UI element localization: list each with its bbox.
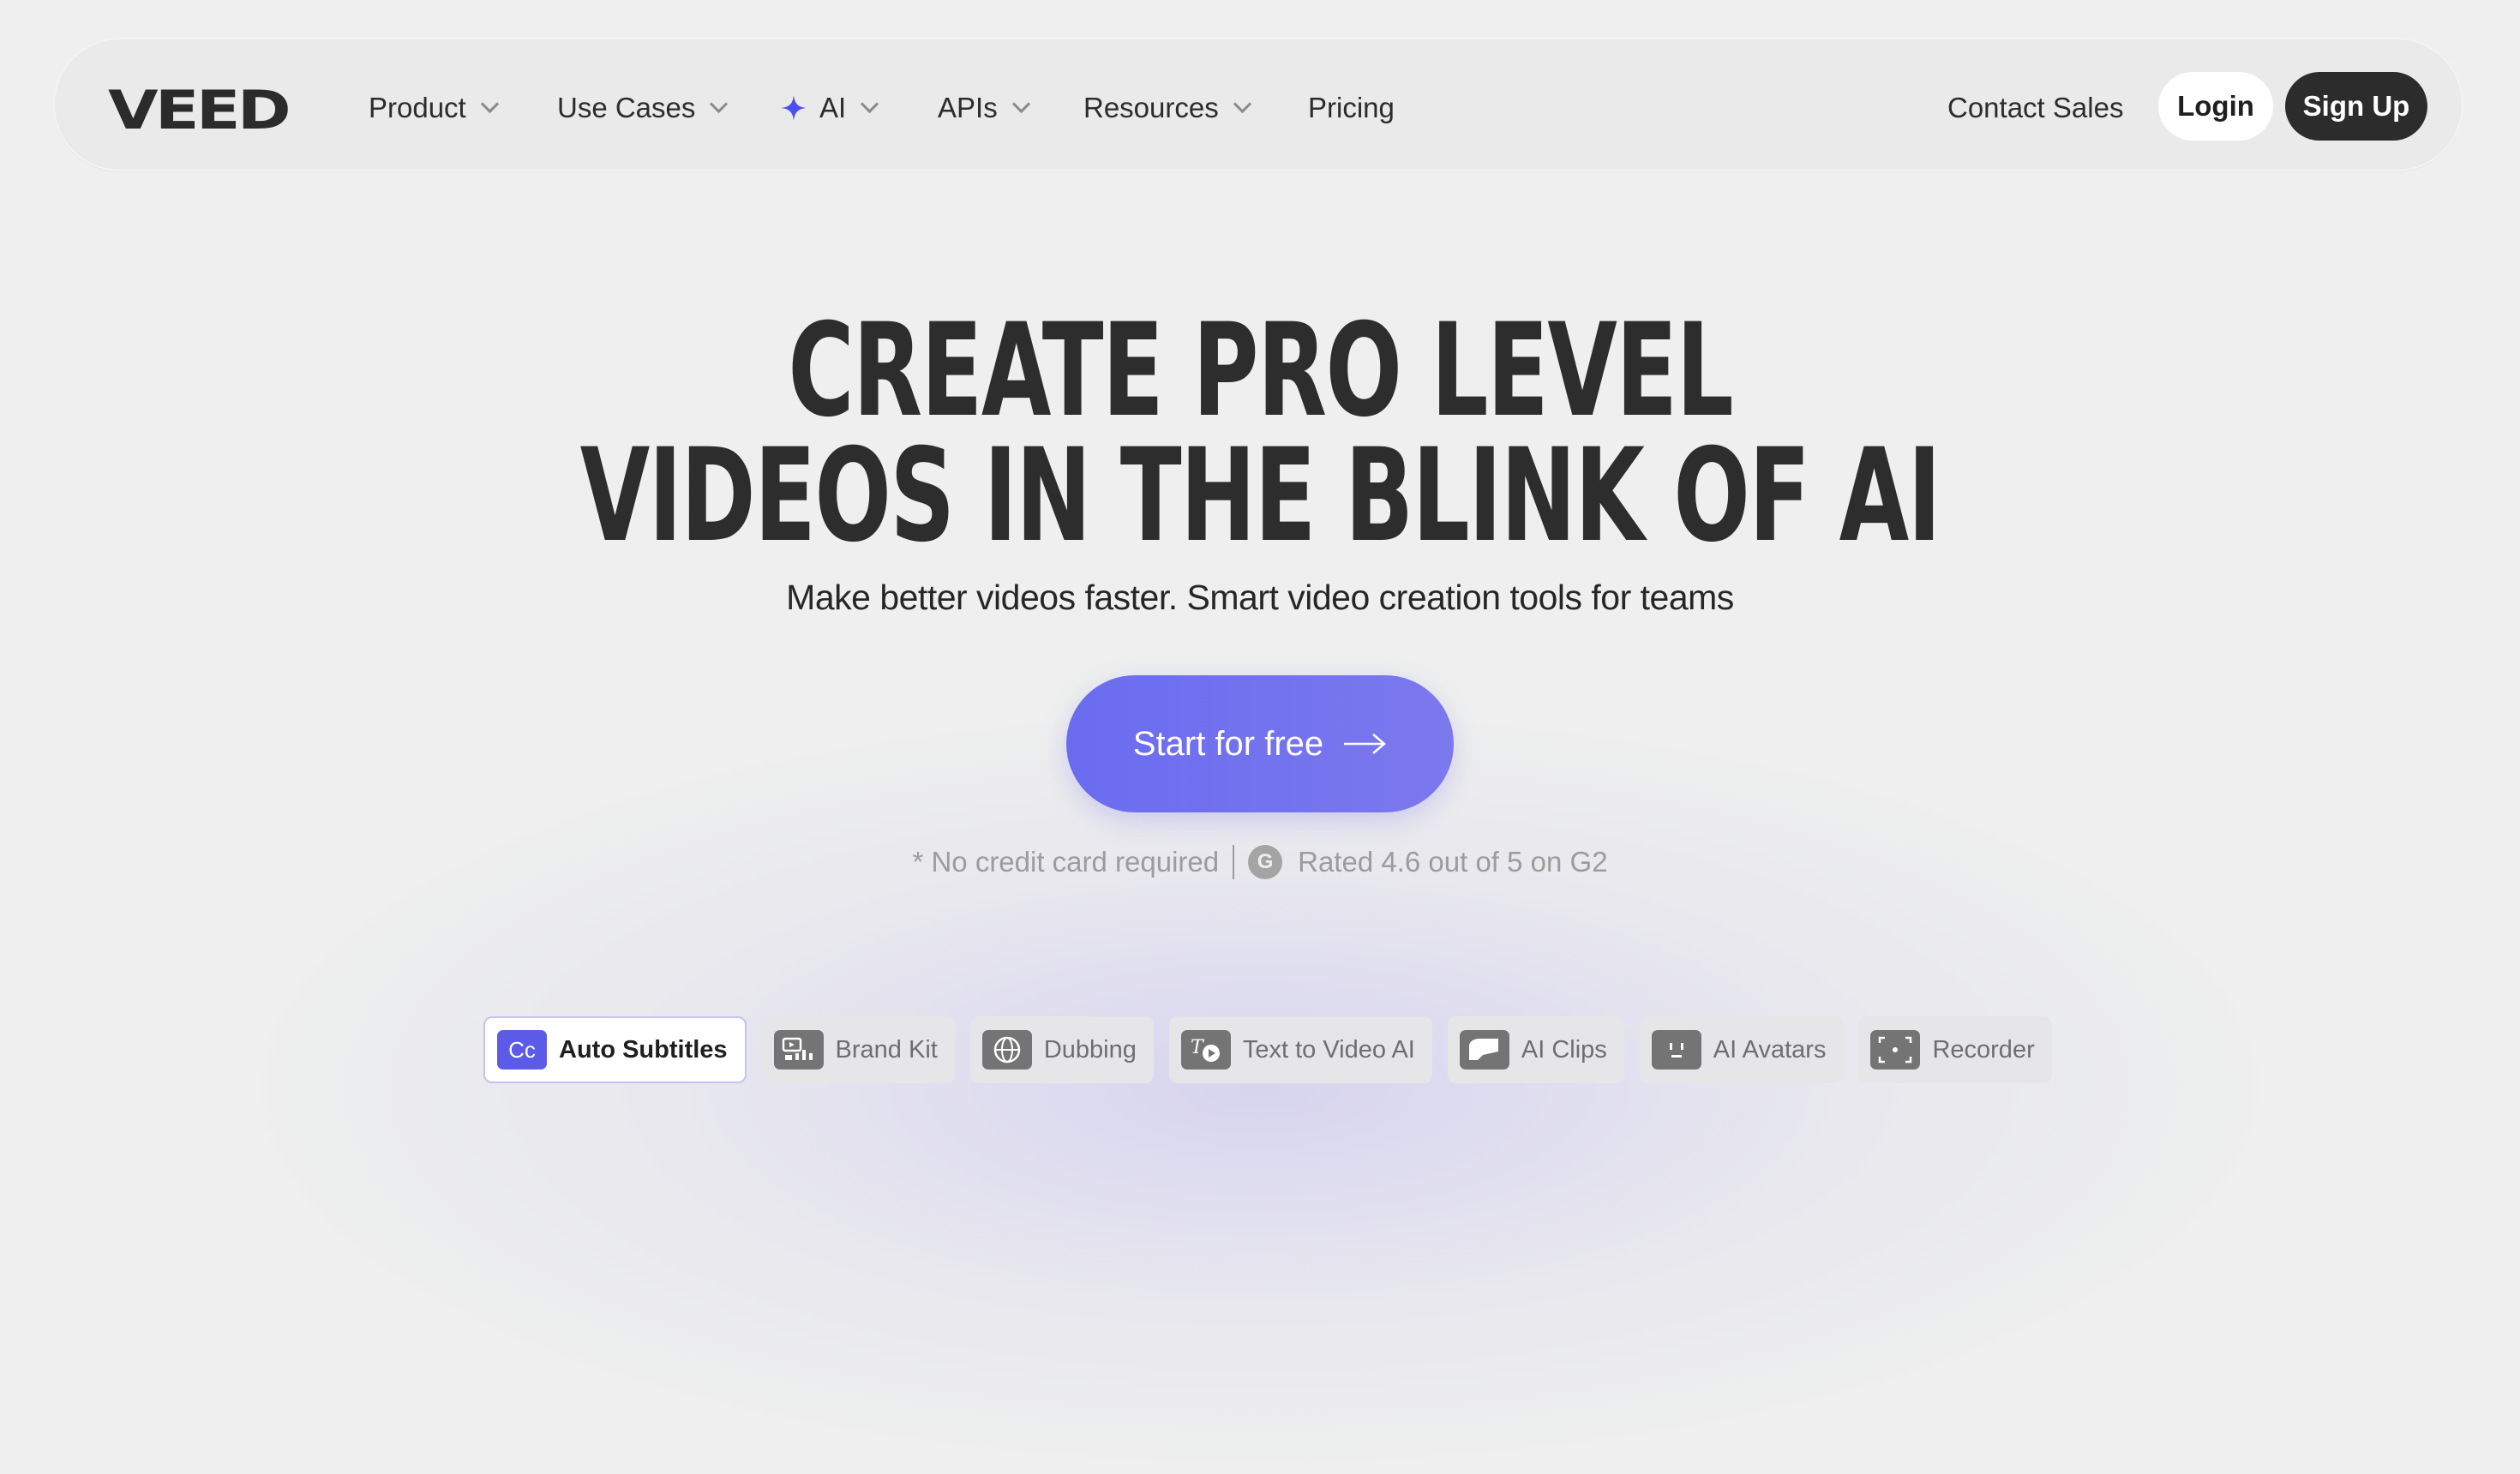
brand-kit-icon bbox=[773, 1030, 824, 1070]
text-to-video-icon: T bbox=[1180, 1030, 1231, 1070]
nav-item-label: Pricing bbox=[1308, 92, 1395, 123]
nav-item-resources[interactable]: Resources bbox=[1083, 89, 1251, 127]
nav-item-label: APIs bbox=[938, 92, 998, 123]
tab-auto-subtitles[interactable]: Cc Auto Subtitles bbox=[483, 1016, 747, 1083]
captions-icon: Cc bbox=[497, 1030, 547, 1070]
nav-item-product[interactable]: Product bbox=[369, 89, 499, 127]
start-for-free-button[interactable]: Start for free bbox=[1066, 675, 1454, 812]
tab-text-to-video-ai[interactable]: T Text to Video AI bbox=[1168, 1016, 1432, 1083]
tab-ai-avatars[interactable]: AI Avatars bbox=[1639, 1016, 1844, 1083]
tab-label: Text to Video AI bbox=[1242, 1035, 1415, 1064]
cta-label: Start for free bbox=[1132, 724, 1324, 763]
tab-label: Recorder bbox=[1932, 1035, 2035, 1064]
g2-icon: G bbox=[1248, 845, 1283, 879]
headline-text: VIDEOS IN THE BLINK OF AI bbox=[579, 422, 1941, 571]
tab-label: Auto Subtitles bbox=[559, 1035, 728, 1064]
divider bbox=[1233, 845, 1235, 879]
login-button[interactable]: Login bbox=[2158, 72, 2273, 141]
tab-recorder[interactable]: Recorder bbox=[1858, 1016, 2052, 1083]
tab-dubbing[interactable]: Dubbing bbox=[969, 1016, 1154, 1083]
nav-item-label: Use Cases bbox=[557, 92, 696, 123]
hero-headline-line1: CREATE PRO LEVEL bbox=[0, 307, 2520, 435]
tab-ai-clips[interactable]: AI Clips bbox=[1447, 1016, 1624, 1083]
top-navbar: VEED Product Use Cases AI APIs Resources… bbox=[53, 38, 2463, 171]
chevron-down-icon bbox=[861, 94, 879, 113]
trust-row: * No credit card required G Rated 4.6 ou… bbox=[0, 845, 2520, 879]
tab-label: AI Avatars bbox=[1713, 1035, 1827, 1064]
avatar-icon bbox=[1651, 1030, 1701, 1070]
nav-item-label: Resources bbox=[1083, 92, 1219, 123]
nav-item-label: AI bbox=[819, 92, 847, 123]
hero-headline-line2: VIDEOS IN THE BLINK OF AI bbox=[0, 432, 2520, 560]
veed-logo[interactable]: VEED bbox=[108, 84, 291, 137]
tab-label: AI Clips bbox=[1521, 1035, 1607, 1064]
chevron-down-icon bbox=[1233, 94, 1251, 113]
globe-translate-icon bbox=[981, 1030, 1032, 1070]
recorder-icon bbox=[1870, 1030, 1921, 1070]
chevron-down-icon bbox=[480, 94, 499, 113]
nav-item-use-cases[interactable]: Use Cases bbox=[557, 89, 729, 127]
tab-label: Dubbing bbox=[1043, 1035, 1137, 1064]
nav-item-label: Product bbox=[369, 92, 466, 123]
no-credit-card-note: * No credit card required bbox=[912, 846, 1220, 878]
nav-item-apis[interactable]: APIs bbox=[938, 89, 1030, 127]
tab-label: Brand Kit bbox=[835, 1035, 938, 1064]
arrow-right-icon bbox=[1344, 734, 1387, 754]
nav-item-pricing[interactable]: Pricing bbox=[1308, 89, 1395, 127]
clips-icon bbox=[1459, 1030, 1509, 1070]
headline-text: CREATE PRO LEVEL bbox=[788, 297, 1733, 446]
chevron-down-icon bbox=[1011, 94, 1030, 113]
contact-sales-link[interactable]: Contact Sales bbox=[1947, 89, 2123, 127]
feature-tabs: Cc Auto Subtitles Brand Kit Dubbing T Te… bbox=[483, 1016, 2052, 1083]
signup-button[interactable]: Sign Up bbox=[2285, 72, 2427, 141]
nav-item-ai[interactable]: AI bbox=[780, 89, 879, 127]
tab-brand-kit[interactable]: Brand Kit bbox=[761, 1016, 955, 1083]
hero-subtitle: Make better videos faster. Smart video c… bbox=[786, 578, 1734, 617]
chevron-down-icon bbox=[710, 94, 729, 113]
sparkle-icon bbox=[781, 95, 807, 121]
background-glow bbox=[231, 703, 2289, 1474]
g2-rating-text: Rated 4.6 out of 5 on G2 bbox=[1298, 846, 1608, 878]
